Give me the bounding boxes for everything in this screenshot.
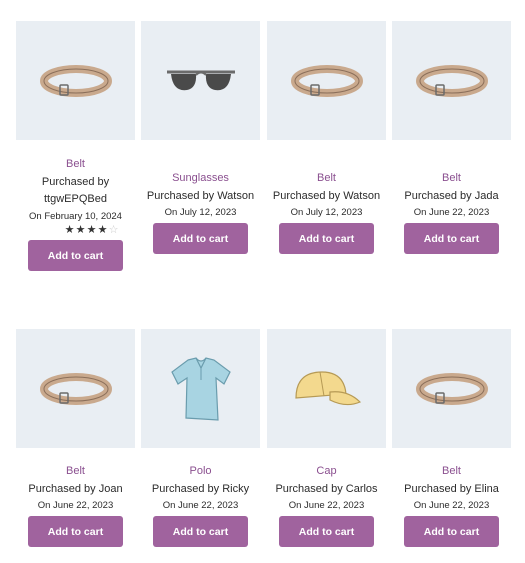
star-filled-icon: ★ (75, 224, 86, 236)
star-filled-icon: ★ (97, 224, 108, 236)
product-category[interactable]: Polo (141, 464, 260, 478)
product-category[interactable]: Belt (16, 464, 135, 478)
add-to-cart-button[interactable]: Add to cart (404, 516, 499, 547)
product-date: On June 22, 2023 (162, 500, 239, 511)
add-to-cart-button[interactable]: Add to cart (28, 516, 123, 547)
product-date: On June 22, 2023 (413, 207, 490, 218)
belt-icon (39, 64, 112, 97)
product-category[interactable]: Sunglasses (141, 171, 260, 185)
product-title[interactable]: Purchased by Jada (392, 189, 511, 204)
polo-shirt-icon (170, 356, 231, 421)
product-card: Belt Purchased by Jada On June 22, 2023 … (392, 21, 511, 254)
product-image[interactable] (141, 21, 260, 140)
product-card: Cap Purchased by Carlos On June 22, 2023… (267, 329, 386, 547)
star-empty-icon: ☆ (108, 224, 119, 236)
product-category[interactable]: Belt (267, 171, 386, 185)
add-to-cart-button[interactable]: Add to cart (279, 223, 374, 254)
product-title[interactable]: Purchased by Joan (16, 482, 135, 497)
product-card: Belt Purchased by Watson On July 12, 202… (267, 21, 386, 254)
product-title[interactable]: Purchased by Elina (392, 482, 511, 497)
belt-icon (39, 372, 112, 405)
belt-icon (415, 64, 488, 97)
product-date: On July 12, 2023 (290, 207, 363, 218)
cap-icon (294, 370, 361, 405)
belt-icon (290, 64, 363, 97)
product-date: On June 22, 2023 (37, 500, 114, 511)
product-title[interactable]: Purchased by Watson (267, 189, 386, 204)
product-date: On June 22, 2023 (288, 500, 365, 511)
add-to-cart-button[interactable]: Add to cart (153, 516, 248, 547)
rating-stars: ★ ★ ★ ★ ☆ (64, 225, 119, 236)
product-card: Belt Purchased by Joan On June 22, 2023 … (16, 329, 135, 547)
product-card: Belt Purchased by ttgwEPQBed On February… (16, 21, 135, 271)
product-date: On June 22, 2023 (413, 500, 490, 511)
add-to-cart-button[interactable]: Add to cart (404, 223, 499, 254)
product-date: On February 10, 2024 (29, 211, 122, 222)
product-card: Sunglasses Purchased by Watson On July 1… (141, 21, 260, 254)
sunglasses-icon (166, 70, 235, 90)
product-title[interactable]: Purchased by Watson (141, 189, 260, 204)
star-filled-icon: ★ (86, 224, 97, 236)
product-category[interactable]: Belt (16, 157, 135, 171)
product-image[interactable] (392, 21, 511, 140)
product-image[interactable] (267, 21, 386, 140)
product-title[interactable]: Purchased by Carlos (267, 482, 386, 497)
product-card: Belt Purchased by Elina On June 22, 2023… (392, 329, 511, 547)
star-filled-icon: ★ (64, 224, 75, 236)
belt-icon (415, 372, 488, 405)
product-title[interactable]: Purchased by Ricky (141, 482, 260, 497)
product-category[interactable]: Belt (392, 464, 511, 478)
product-card: Polo Purchased by Ricky On June 22, 2023… (141, 329, 260, 547)
product-image[interactable] (141, 329, 260, 448)
product-image[interactable] (16, 329, 135, 448)
product-image[interactable] (16, 21, 135, 140)
product-date: On July 12, 2023 (164, 207, 237, 218)
add-to-cart-button[interactable]: Add to cart (153, 223, 248, 254)
add-to-cart-button[interactable]: Add to cart (279, 516, 374, 547)
product-image[interactable] (267, 329, 386, 448)
add-to-cart-button[interactable]: Add to cart (28, 240, 123, 271)
product-category[interactable]: Cap (267, 464, 386, 478)
product-image[interactable] (392, 329, 511, 448)
product-category[interactable]: Belt (392, 171, 511, 185)
product-title[interactable]: Purchased by ttgwEPQBed (16, 174, 135, 208)
product-grid: Belt Purchased by ttgwEPQBed On February… (0, 0, 525, 563)
